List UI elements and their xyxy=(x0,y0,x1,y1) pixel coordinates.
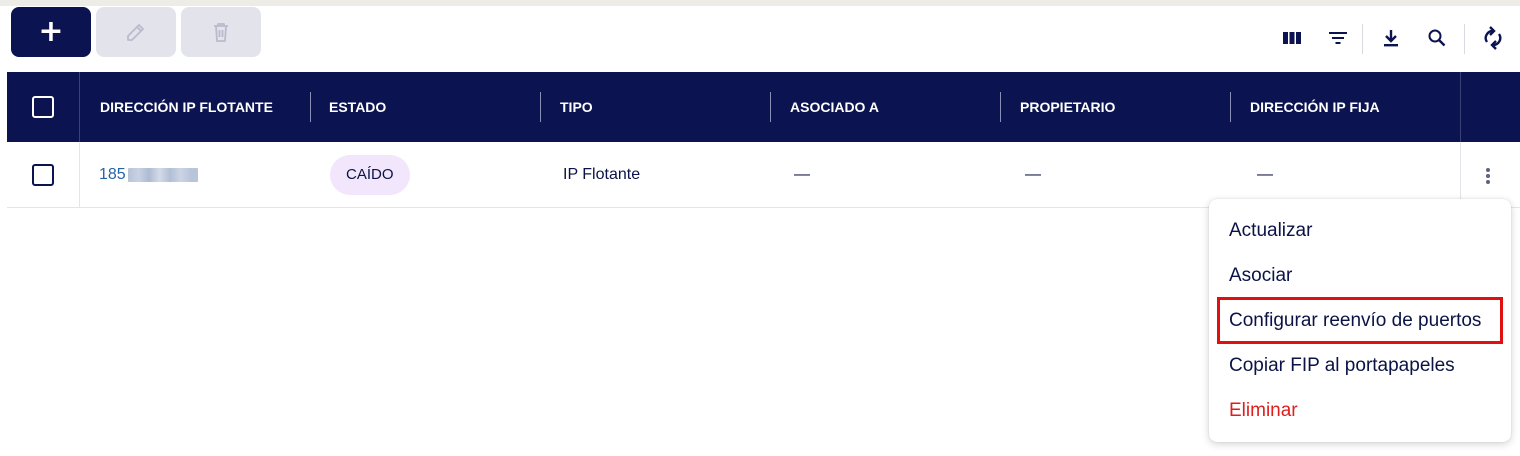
download-icon[interactable] xyxy=(1379,26,1403,50)
propietario-cell: — xyxy=(1025,165,1041,183)
plus-icon: + xyxy=(38,14,64,49)
header-estado[interactable]: ESTADO xyxy=(329,72,386,142)
tipo-cell: IP Flotante xyxy=(563,165,641,183)
refresh-icon[interactable] xyxy=(1480,24,1506,52)
header-ip-fija[interactable]: DIRECCIÓN IP FIJA xyxy=(1250,72,1380,142)
select-all-checkbox[interactable] xyxy=(32,96,54,118)
edit-button[interactable] xyxy=(96,7,176,57)
toolbar-divider xyxy=(1464,24,1465,54)
floating-ip-table: DIRECCIÓN IP FLOTANTE ESTADO TIPO ASOCIA… xyxy=(7,72,1520,208)
trash-icon xyxy=(214,23,228,42)
asociado-cell: — xyxy=(794,165,810,183)
estado-cell: CAÍDO xyxy=(330,142,410,207)
menu-item-asociar[interactable]: Asociar xyxy=(1229,261,1292,291)
menu-item-eliminar[interactable]: Eliminar xyxy=(1229,396,1298,426)
column-divider xyxy=(1460,142,1461,207)
select-all-cell xyxy=(32,72,54,142)
ip-link[interactable]: 185 xyxy=(99,166,126,184)
header-propietario[interactable]: PROPIETARIO xyxy=(1020,72,1115,142)
column-divider xyxy=(310,92,311,122)
search-icon[interactable] xyxy=(1425,26,1449,50)
row-checkbox[interactable] xyxy=(32,163,54,186)
filter-icon[interactable] xyxy=(1326,26,1350,50)
add-button[interactable]: + xyxy=(11,7,91,57)
menu-item-actualizar[interactable]: Actualizar xyxy=(1229,216,1312,246)
header-tipo[interactable]: TIPO xyxy=(560,72,593,142)
ip-cell: 185 xyxy=(99,142,198,207)
ip-fija-cell: — xyxy=(1257,165,1273,183)
column-divider xyxy=(1230,92,1231,122)
menu-item-copiar-fip[interactable]: Copiar FIP al portapapeles xyxy=(1229,351,1455,381)
redacted-ip xyxy=(127,167,198,182)
column-divider xyxy=(79,142,80,207)
table-header: DIRECCIÓN IP FLOTANTE ESTADO TIPO ASOCIA… xyxy=(7,72,1520,142)
column-divider xyxy=(540,92,541,122)
pencil-icon xyxy=(127,24,144,41)
column-divider xyxy=(770,92,771,122)
column-divider xyxy=(79,72,80,142)
column-divider xyxy=(1460,72,1461,142)
columns-icon[interactable] xyxy=(1280,26,1304,50)
toolbar: + xyxy=(0,6,1520,70)
header-ip-flotante[interactable]: DIRECCIÓN IP FLOTANTE xyxy=(100,72,273,142)
column-divider xyxy=(1000,92,1001,122)
status-badge: CAÍDO xyxy=(330,154,410,195)
row-select-cell xyxy=(32,142,54,207)
row-actions-kebab-icon[interactable] xyxy=(1478,166,1498,186)
highlight-box xyxy=(1217,297,1503,344)
header-asociado[interactable]: ASOCIADO A xyxy=(790,72,879,142)
delete-button[interactable] xyxy=(181,7,261,57)
toolbar-divider xyxy=(1362,24,1363,54)
